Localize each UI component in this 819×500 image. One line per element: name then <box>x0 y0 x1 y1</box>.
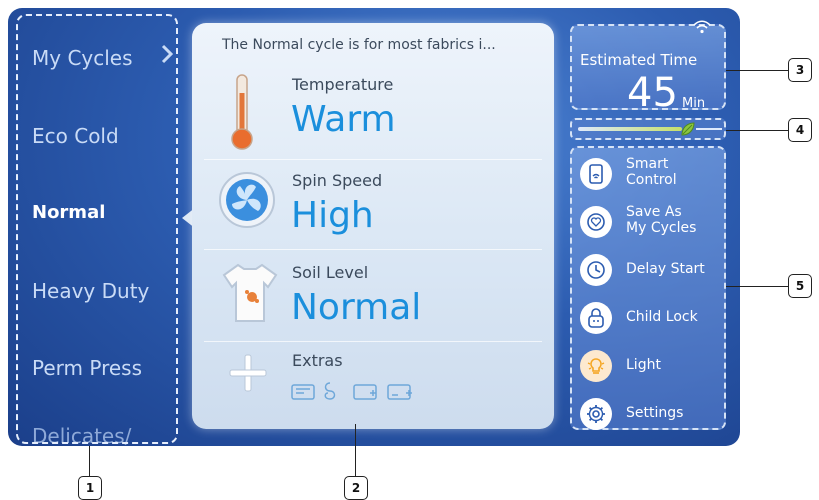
cycle-heavy-duty[interactable]: Heavy Duty <box>32 279 149 303</box>
child-lock-button[interactable]: Child Lock <box>576 296 726 340</box>
save-cycle-icon <box>587 213 605 231</box>
light-label: Light <box>626 357 661 373</box>
estimated-time-value: 45 <box>627 70 678 116</box>
row-divider <box>204 249 542 250</box>
spin-speed-label: Spin Speed <box>292 171 383 190</box>
extras-label: Extras <box>292 351 343 370</box>
cycle-options-panel: The Normal cycle is for most fabrics i..… <box>192 23 554 429</box>
eco-level-bar <box>578 127 682 131</box>
washer-display: My Cycles Eco Cold Normal Heavy Duty Per… <box>8 8 740 446</box>
delay-start-icon <box>587 261 605 279</box>
eco-monitor <box>570 118 726 140</box>
smart-control-icon <box>589 164 603 184</box>
extra-soak-icon <box>387 384 412 400</box>
cycle-list: My Cycles Eco Cold Normal Heavy Duty Per… <box>18 14 178 446</box>
save-as-my-cycles-label: Save As My Cycles <box>626 204 697 236</box>
save-as-my-cycles-button[interactable]: Save As My Cycles <box>576 200 726 244</box>
callout-1: 1 <box>78 476 102 500</box>
chevron-right-icon[interactable] <box>161 44 173 64</box>
estimated-time-unit: Min <box>682 96 706 111</box>
cycle-delicates[interactable]: Delicates/ <box>32 424 131 446</box>
cycle-description: The Normal cycle is for most fabrics i..… <box>222 37 496 53</box>
callout-5: 5 <box>788 274 812 298</box>
thermometer-icon <box>231 74 253 150</box>
callout-leader-3 <box>726 70 788 71</box>
extra-steam-icon <box>324 382 336 400</box>
settings-label: Settings <box>626 405 684 421</box>
wifi-icon <box>693 20 711 34</box>
temperature-value[interactable]: Warm <box>291 99 396 140</box>
child-lock-label: Child Lock <box>626 309 698 325</box>
cycle-my-cycles[interactable]: My Cycles <box>32 46 133 70</box>
settings-icon <box>587 405 605 423</box>
row-divider <box>204 159 542 160</box>
child-lock-icon <box>588 308 604 328</box>
spin-speed-icon <box>219 172 275 228</box>
options-menu: Smart Control Save As My Cycles Delay St… <box>570 146 726 430</box>
leaf-icon <box>681 122 695 136</box>
callout-leader-2 <box>355 424 356 476</box>
cycle-normal[interactable]: Normal <box>32 202 105 223</box>
settings-button[interactable]: Settings <box>576 392 726 436</box>
add-extras-icon[interactable] <box>228 353 268 393</box>
delay-start-button[interactable]: Delay Start <box>576 248 726 292</box>
light-icon <box>587 358 605 374</box>
extra-rinse-icon <box>353 384 377 400</box>
callout-4: 4 <box>788 118 812 142</box>
smart-control-label: Smart Control <box>626 156 677 188</box>
soil-shirt-icon <box>222 263 278 322</box>
callout-2: 2 <box>344 476 368 500</box>
cycle-perm-press[interactable]: Perm Press <box>32 356 142 380</box>
soil-level-value[interactable]: Normal <box>291 287 421 328</box>
soil-level-label: Soil Level <box>292 263 369 282</box>
temperature-label: Temperature <box>292 75 394 94</box>
callout-leader-1 <box>89 446 90 476</box>
spin-speed-value[interactable]: High <box>291 195 374 236</box>
estimated-time-label: Estimated Time <box>580 51 698 69</box>
callout-leader-5 <box>726 286 788 287</box>
cycle-eco-cold[interactable]: Eco Cold <box>32 124 119 148</box>
extra-prewash-icon <box>291 384 315 400</box>
smart-control-button[interactable]: Smart Control <box>576 152 726 196</box>
callout-leader-4 <box>726 130 788 131</box>
eco-track <box>696 128 722 130</box>
estimated-time-panel: Estimated Time 45 Min <box>570 24 726 116</box>
extras-options <box>290 379 440 407</box>
row-divider <box>204 341 542 342</box>
light-button[interactable]: Light <box>576 344 726 388</box>
callout-3: 3 <box>788 58 812 82</box>
delay-start-label: Delay Start <box>626 261 705 277</box>
